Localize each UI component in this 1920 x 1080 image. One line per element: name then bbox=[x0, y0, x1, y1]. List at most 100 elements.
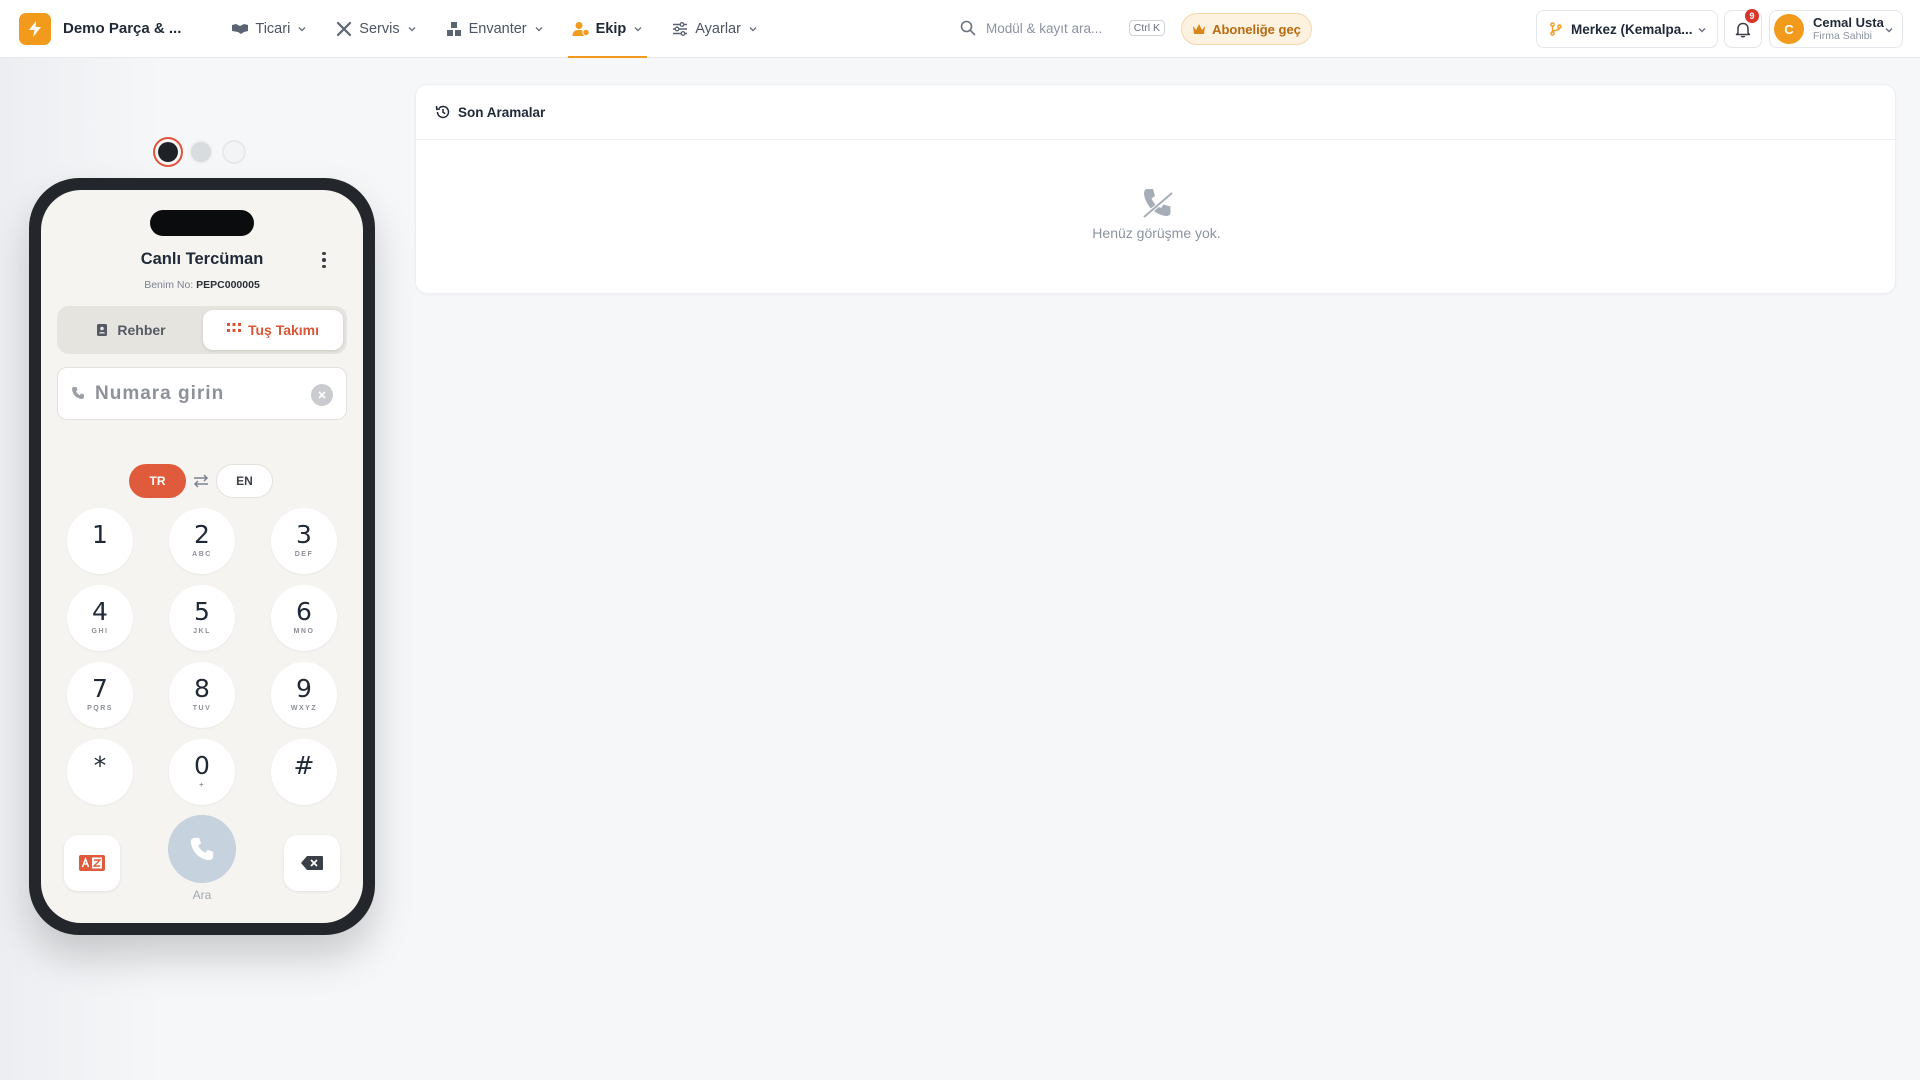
key-9[interactable]: 9 WXYZ bbox=[271, 662, 337, 728]
key-letters: TUV bbox=[192, 705, 212, 712]
key-letters: JKL bbox=[193, 628, 211, 635]
key-5[interactable]: 5 JKL bbox=[169, 585, 235, 651]
phone-call-icon bbox=[190, 837, 214, 861]
nav-item-ekip[interactable]: Ekip bbox=[562, 0, 654, 58]
key-0[interactable]: 0 + bbox=[169, 739, 235, 805]
chevron-down-icon bbox=[534, 24, 544, 34]
translate-icon bbox=[79, 855, 105, 871]
phone-icon bbox=[71, 386, 87, 402]
empty-text: Henüz görüşme yok. bbox=[1092, 225, 1221, 241]
key-letters: WXYZ bbox=[290, 705, 318, 712]
nav-item-ayarlar[interactable]: Ayarlar bbox=[661, 0, 768, 58]
dialer-panel: Canlı Tercüman Benim No: PEPC000005 Rehb… bbox=[0, 58, 404, 1080]
subscribe-button[interactable]: Aboneliğe geç bbox=[1181, 13, 1312, 45]
theme-dark-swatch[interactable] bbox=[158, 142, 178, 162]
nav-label: Ayarlar bbox=[695, 20, 741, 37]
key-digit: 6 bbox=[296, 597, 312, 626]
phone-number-field[interactable] bbox=[57, 367, 347, 420]
chevron-down-icon bbox=[1884, 25, 1894, 35]
call-button[interactable] bbox=[168, 815, 236, 883]
sliders-icon bbox=[671, 20, 689, 38]
tab-contacts[interactable]: Rehber bbox=[61, 310, 201, 350]
chevron-down-icon bbox=[633, 24, 643, 34]
source-language-button[interactable]: TR bbox=[129, 464, 186, 498]
nav-item-ticari[interactable]: Ticari bbox=[221, 0, 317, 58]
key-digit: 5 bbox=[194, 597, 210, 626]
more-vertical-icon[interactable] bbox=[319, 250, 329, 270]
theme-gray-swatch[interactable] bbox=[189, 140, 213, 164]
avatar: C bbox=[1774, 14, 1804, 44]
clear-input-button[interactable] bbox=[311, 384, 333, 406]
nav-item-envanter[interactable]: Envanter bbox=[435, 0, 554, 58]
tab-contacts-label: Rehber bbox=[117, 322, 166, 338]
backspace-button[interactable] bbox=[284, 835, 340, 891]
keypad-grid-icon bbox=[226, 323, 241, 337]
key-2[interactable]: 2 ABC bbox=[169, 508, 235, 574]
chevron-down-icon bbox=[748, 24, 758, 34]
key-letters: MNO bbox=[293, 628, 315, 635]
key-digit: 2 bbox=[194, 520, 210, 549]
boxes-icon bbox=[445, 20, 463, 38]
handshake-icon bbox=[231, 20, 249, 38]
team-icon bbox=[572, 20, 590, 38]
key-letters: PQRS bbox=[87, 705, 113, 712]
card-title: Son Aramalar bbox=[458, 104, 546, 120]
key-hash[interactable]: # bbox=[271, 739, 337, 805]
key-digit: 3 bbox=[296, 520, 312, 549]
top-nav-bar: Demo Parça & ... Ticari Servis Envanter bbox=[0, 0, 1920, 58]
company-name: Demo Parça & ... bbox=[63, 20, 182, 37]
target-language-button[interactable]: EN bbox=[216, 464, 273, 498]
recent-calls-card: Son Aramalar Henüz görüşme yok. bbox=[415, 84, 1896, 294]
nav-label: Ekip bbox=[595, 20, 627, 37]
main-nav: Ticari Servis Envanter Ekip Ayarlar bbox=[221, 0, 776, 58]
key-3[interactable]: 3 DEF bbox=[271, 508, 337, 574]
swap-languages-icon[interactable] bbox=[192, 472, 210, 490]
notifications-button[interactable]: 9 bbox=[1724, 9, 1762, 48]
nav-label: Ticari bbox=[255, 20, 291, 37]
key-digit: 8 bbox=[194, 674, 210, 703]
language-pair: TR EN bbox=[41, 464, 363, 498]
crown-icon bbox=[1192, 23, 1206, 35]
bolt-logo-icon bbox=[19, 12, 51, 45]
key-letters: DEF bbox=[294, 551, 314, 558]
branch-selector[interactable]: Merkez (Kemalpa... bbox=[1536, 10, 1718, 48]
key-7[interactable]: 7 PQRS bbox=[67, 662, 133, 728]
user-role: Firma Sahibi bbox=[1813, 30, 1872, 42]
brand[interactable]: Demo Parça & ... bbox=[19, 12, 182, 45]
wrench-icon bbox=[335, 20, 353, 38]
nav-label: Servis bbox=[359, 20, 400, 37]
key-1[interactable]: 1 bbox=[67, 508, 133, 574]
my-number: Benim No: PEPC000005 bbox=[41, 279, 363, 291]
tab-keypad[interactable]: Tuş Takımı bbox=[203, 310, 343, 350]
card-header: Son Aramalar bbox=[416, 85, 1895, 140]
key-digit: 1 bbox=[92, 520, 108, 549]
phone-off-icon bbox=[1138, 183, 1176, 221]
phone-title: Canlı Tercüman bbox=[140, 250, 264, 268]
search-placeholder: Modül & kayıt ara... bbox=[986, 20, 1103, 36]
search-icon bbox=[960, 20, 976, 36]
global-search[interactable]: Modül & kayıt ara... Ctrl K bbox=[950, 13, 1168, 43]
bell-icon bbox=[1735, 22, 1751, 37]
key-8[interactable]: 8 TUV bbox=[169, 662, 235, 728]
translate-button[interactable] bbox=[64, 835, 120, 891]
my-number-label: Benim No: bbox=[144, 279, 194, 291]
key-letters: ABC bbox=[192, 551, 212, 558]
phone-frame: Canlı Tercüman Benim No: PEPC000005 Rehb… bbox=[29, 178, 375, 935]
key-4[interactable]: 4 GHI bbox=[67, 585, 133, 651]
key-letters: + bbox=[199, 782, 205, 789]
key-star[interactable]: * bbox=[67, 739, 133, 805]
phone-screen: Canlı Tercüman Benim No: PEPC000005 Rehb… bbox=[41, 190, 363, 923]
user-info: Cemal Usta Firma Sahibi bbox=[1813, 15, 1884, 43]
key-digit: 9 bbox=[296, 674, 312, 703]
key-digit: # bbox=[293, 751, 315, 780]
phone-theme-switcher bbox=[156, 140, 255, 164]
user-menu[interactable]: C Cemal Usta Firma Sahibi bbox=[1769, 10, 1903, 48]
nav-label: Envanter bbox=[468, 20, 527, 37]
key-digit: 0 bbox=[194, 751, 210, 780]
key-6[interactable]: 6 MNO bbox=[271, 585, 337, 651]
theme-light-swatch[interactable] bbox=[222, 140, 246, 164]
key-digit: 4 bbox=[92, 597, 108, 626]
phone-number-input[interactable] bbox=[95, 382, 305, 405]
chevron-down-icon bbox=[297, 24, 307, 34]
nav-item-servis[interactable]: Servis bbox=[325, 0, 426, 58]
